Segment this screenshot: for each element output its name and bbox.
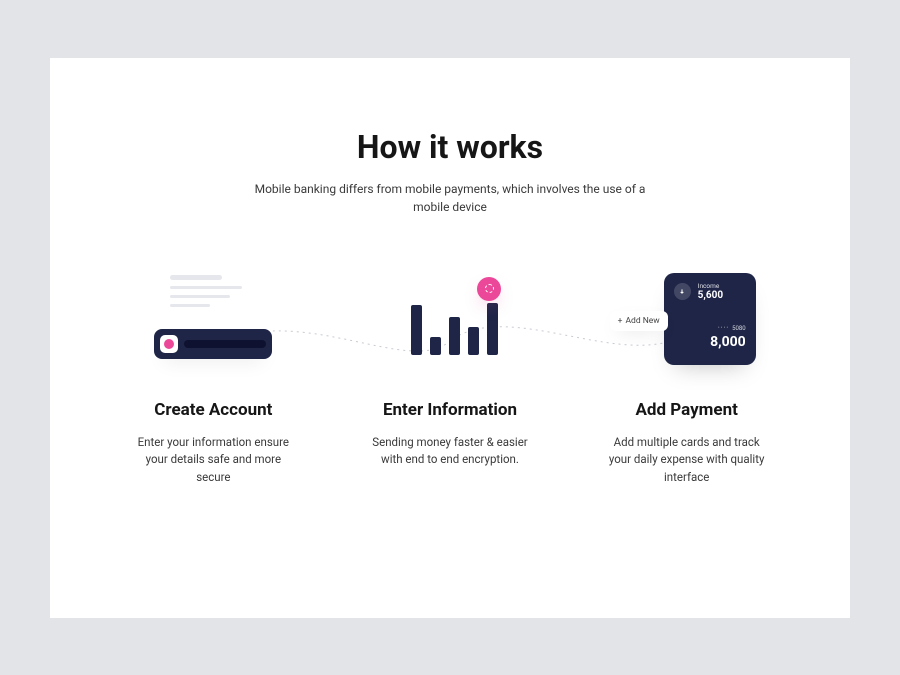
income-label: Income	[698, 283, 723, 290]
form-lines-icon	[170, 275, 242, 313]
account-bar-icon	[154, 329, 272, 359]
card-masked: ····	[718, 324, 729, 332]
add-new-chip: + Add New	[610, 311, 668, 331]
step-add-payment: Income 5,600 ····5080 8,000 +	[583, 266, 790, 487]
payment-card-icon: Income 5,600 ····5080 8,000	[664, 273, 756, 365]
step-3-illustration: Income 5,600 ····5080 8,000 +	[583, 266, 790, 376]
steps-row: Create Account Enter your information en…	[110, 266, 790, 487]
how-it-works-section: How it works Mobile banking differs from…	[50, 58, 850, 618]
step-2-title: Enter Information	[383, 400, 517, 420]
add-new-label: Add New	[626, 316, 660, 326]
step-2-desc: Sending money faster & easier with end t…	[365, 434, 535, 470]
step-enter-information: Enter Information Sending money faster &…	[347, 266, 554, 487]
card-amount: 8,000	[674, 334, 746, 351]
step-1-illustration	[110, 266, 317, 376]
income-value: 5,600	[698, 290, 723, 301]
section-subheading: Mobile banking differs from mobile payme…	[240, 180, 660, 216]
card-code: 5080	[732, 325, 746, 332]
step-3-title: Add Payment	[635, 400, 737, 420]
step-1-desc: Enter your information ensure your detai…	[128, 434, 298, 487]
plus-icon: +	[618, 316, 623, 326]
avatar-icon	[160, 335, 178, 353]
step-create-account: Create Account Enter your information en…	[110, 266, 317, 487]
step-1-title: Create Account	[154, 400, 272, 420]
bar-chart-icon	[411, 303, 498, 355]
gear-badge-icon	[477, 277, 501, 301]
step-3-desc: Add multiple cards and track your daily …	[602, 434, 772, 487]
step-2-illustration	[347, 266, 554, 376]
download-icon	[674, 283, 691, 300]
section-heading: How it works	[110, 128, 790, 166]
